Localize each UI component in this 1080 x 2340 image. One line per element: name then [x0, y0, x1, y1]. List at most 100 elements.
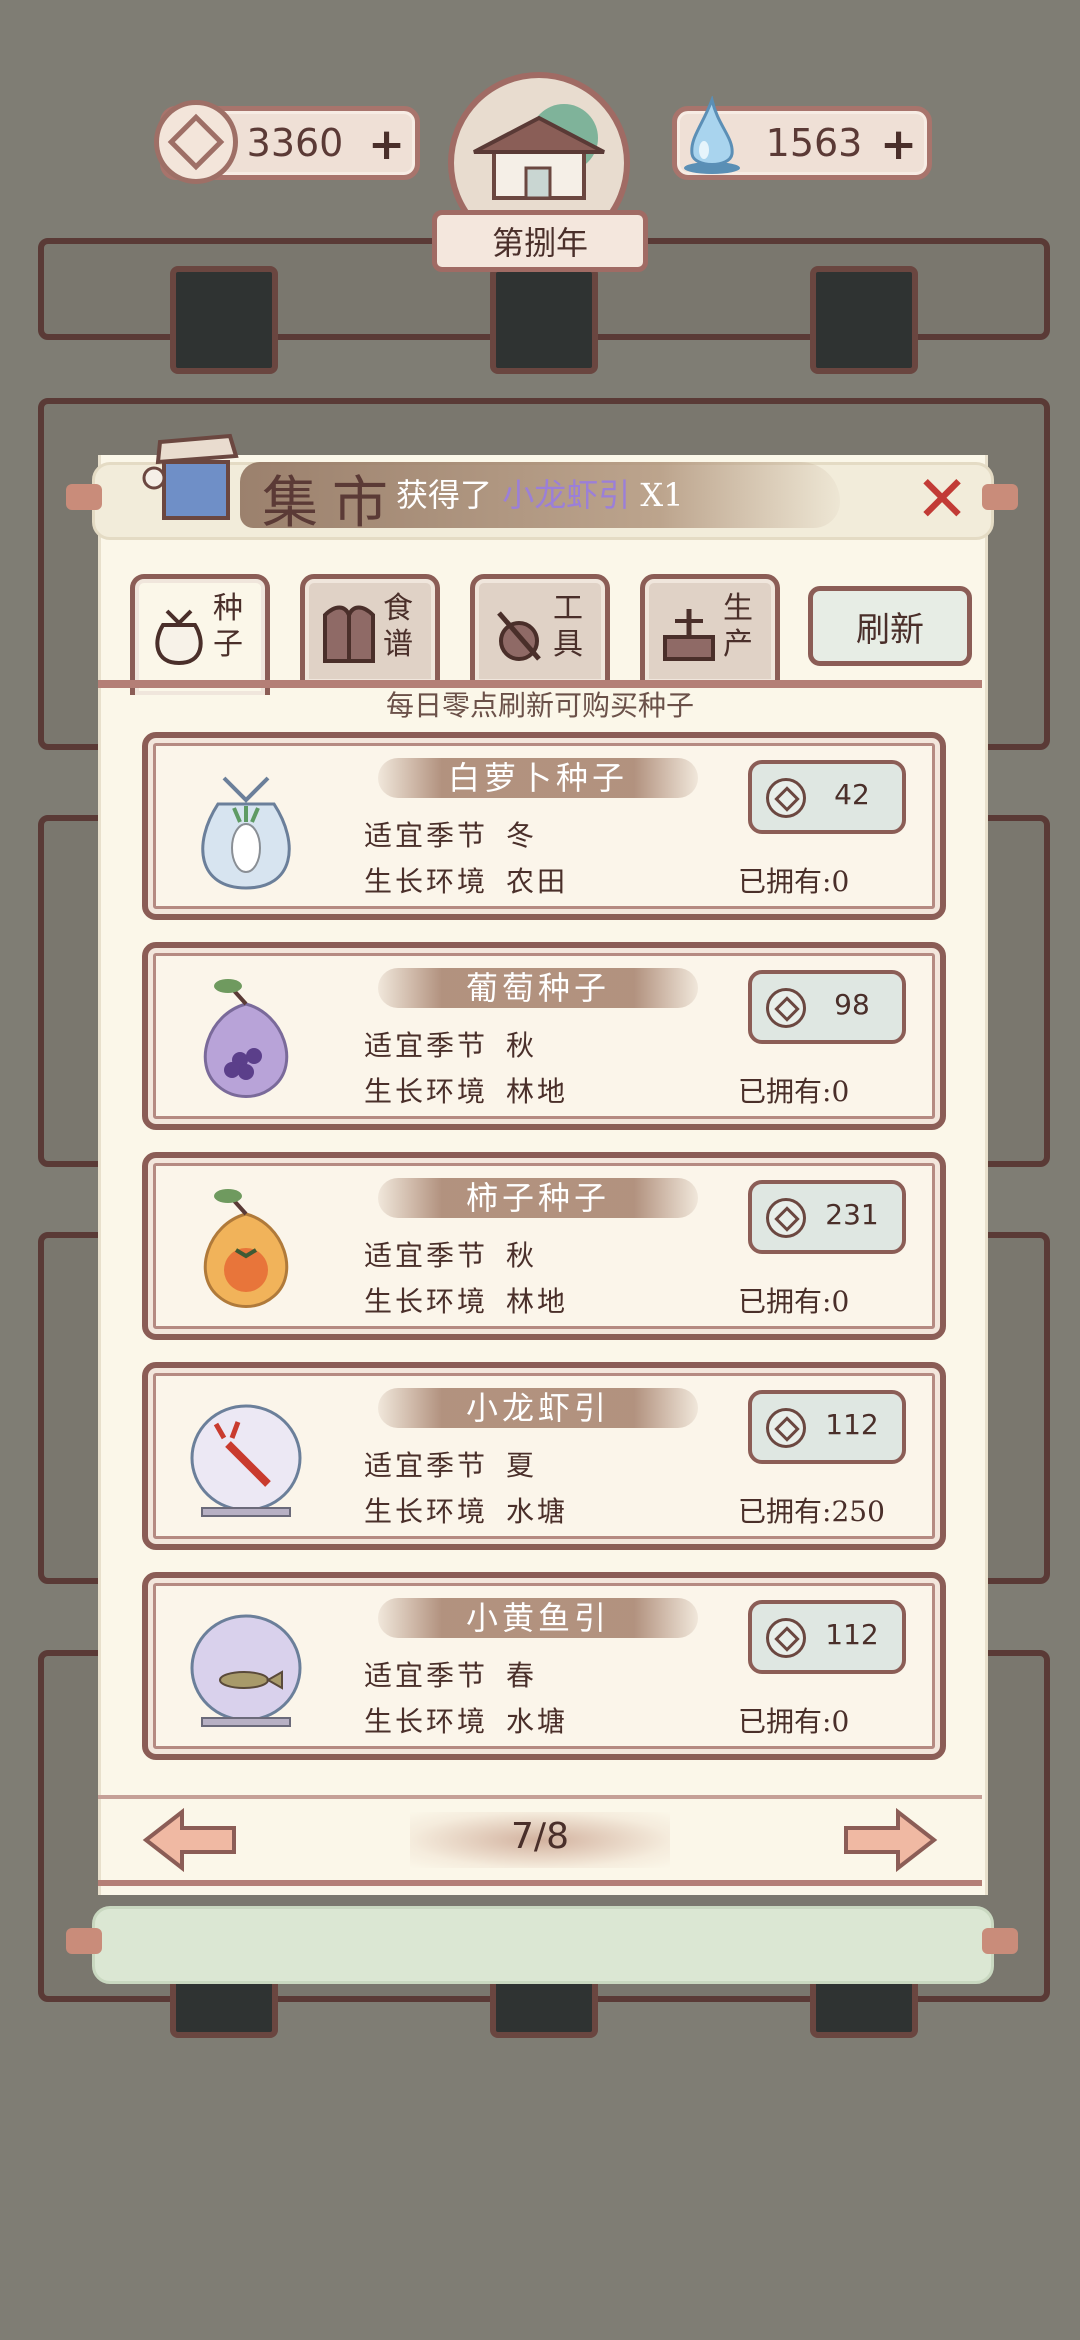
owned-label: 已拥有:: [738, 1075, 832, 1108]
pagination-divider: [98, 1795, 982, 1799]
recipe-book-icon: [323, 605, 375, 663]
coin-count: 3360: [246, 121, 344, 165]
seed-bag-icon: [155, 609, 203, 666]
owned-count: 已拥有:250: [738, 1490, 885, 1530]
buy-button[interactable]: 112: [748, 1600, 906, 1674]
list-item[interactable]: 葡萄种子 适宜季节秋 生长环境 林地 98 已拥有:0: [142, 942, 946, 1130]
item-name: 柿子种子: [465, 1179, 610, 1217]
owned-value: 0: [831, 1285, 850, 1318]
season-label: 适宜季节: [364, 1449, 489, 1482]
season-row: 适宜季节春: [364, 1654, 537, 1694]
tab-production[interactable]: 生产: [640, 574, 780, 688]
season-label: 适宜季节: [364, 1029, 489, 1062]
owned-value: 0: [831, 1705, 850, 1738]
coin-icon: [766, 1408, 806, 1448]
buy-button[interactable]: 98: [748, 970, 906, 1044]
owned-value: 250: [831, 1495, 885, 1528]
price-value: 231: [825, 1198, 879, 1231]
owned-count: 已拥有:0: [738, 860, 849, 900]
environment-label: 生长环境: [364, 1285, 489, 1318]
season-value: 冬: [506, 819, 538, 852]
season-value: 秋: [506, 1029, 538, 1062]
environment-value: 农田: [506, 865, 569, 898]
price-value: 112: [825, 1408, 879, 1441]
buy-button[interactable]: 231: [748, 1180, 906, 1254]
price-value: 98: [834, 988, 870, 1021]
owned-value: 0: [831, 1075, 850, 1108]
tab-recipes[interactable]: 食谱: [300, 574, 440, 688]
owned-count: 已拥有:0: [738, 1700, 849, 1740]
list-item[interactable]: 小黄鱼引 适宜季节春 生长环境 水塘 112 已拥有:0: [142, 1572, 946, 1760]
scroll-rod-right: [982, 1928, 1018, 1954]
season-value: 春: [506, 1659, 538, 1692]
coin-icon: [766, 778, 806, 818]
production-icon: [663, 609, 715, 661]
shelf-slot: [810, 266, 918, 374]
environment-row: 生长环境 水塘: [364, 1700, 568, 1740]
environment-label: 生长环境: [364, 1495, 489, 1528]
tools-icon: [497, 611, 541, 661]
refresh-button[interactable]: 刷新: [808, 586, 972, 666]
shelf-slot: [490, 266, 598, 374]
environment-row: 生长环境 农田: [364, 860, 568, 900]
scroll-rod-left: [66, 1928, 102, 1954]
season-value: 秋: [506, 1239, 538, 1272]
environment-label: 生长环境: [364, 1075, 489, 1108]
next-page-arrow-icon[interactable]: [842, 1808, 938, 1872]
environment-row: 生长环境 水塘: [364, 1490, 568, 1530]
owned-count: 已拥有:0: [738, 1070, 849, 1110]
obtained-item: 小龙虾引: [502, 476, 631, 514]
coin-icon: [766, 988, 806, 1028]
list-item[interactable]: 白萝卜种子 适宜季节冬 生长环境 农田 42 已拥有:0: [142, 732, 946, 920]
scroll-rod-right: [982, 484, 1018, 510]
season-row: 适宜季节冬: [364, 814, 537, 854]
environment-value: 林地: [506, 1075, 569, 1108]
prev-page-arrow-icon[interactable]: [142, 1808, 238, 1872]
environment-row: 生长环境 林地: [364, 1280, 568, 1320]
close-button[interactable]: ✕: [912, 468, 972, 532]
season-value: 夏: [506, 1449, 538, 1482]
item-name: 白萝卜种子: [447, 759, 628, 797]
grape-seed-bag-icon: [203, 979, 289, 1098]
environment-row: 生长环境 林地: [364, 1070, 568, 1110]
season-label: 适宜季节: [364, 1659, 489, 1692]
owned-label: 已拥有:: [738, 1705, 832, 1738]
crayfish-bowl-icon: [190, 1404, 302, 1517]
item-name: 小龙虾引: [465, 1389, 610, 1427]
coin-icon: [766, 1618, 806, 1658]
panel-bottom-border: [98, 1880, 982, 1886]
owned-count: 已拥有:0: [738, 1280, 849, 1320]
tab-recipes-label: 食谱: [383, 591, 413, 662]
season-row: 适宜季节夏: [364, 1444, 537, 1484]
price-value: 112: [825, 1618, 879, 1651]
persimmon-seed-bag-icon: [203, 1189, 289, 1308]
list-item[interactable]: 柿子种子 适宜季节秋 生长环境 林地 231 已拥有:0: [142, 1152, 946, 1340]
season-label: 适宜季节: [364, 1239, 489, 1272]
item-name: 小黄鱼引: [465, 1599, 610, 1637]
water-count: 1563: [765, 121, 863, 165]
obtained-prefix: 获得了: [396, 476, 493, 514]
add-coins-button[interactable]: +: [368, 119, 405, 170]
obtained-notice: 获得了 小龙虾引 X1: [396, 470, 684, 516]
add-water-button[interactable]: +: [880, 119, 917, 170]
market-stall-icon: [142, 433, 239, 520]
shelf-slot: [170, 266, 278, 374]
buy-button[interactable]: 112: [748, 1390, 906, 1464]
yellow-fish-bowl-icon: [190, 1614, 302, 1727]
tab-tools[interactable]: 工具: [470, 574, 610, 688]
environment-value: 林地: [506, 1285, 569, 1318]
coin-icon: [766, 1198, 806, 1238]
refresh-hint: 每日零点刷新可购买种子: [385, 689, 694, 722]
environment-label: 生长环境: [364, 865, 489, 898]
environment-value: 水塘: [506, 1705, 569, 1738]
item-name: 葡萄种子: [465, 969, 610, 1007]
buy-button[interactable]: 42: [748, 760, 906, 834]
list-item[interactable]: 小龙虾引 适宜季节夏 生长环境 水塘 112 已拥有:250: [142, 1362, 946, 1550]
year-label: 第捌年: [432, 210, 648, 272]
season-row: 适宜季节秋: [364, 1024, 537, 1064]
obtained-count: X1: [640, 476, 684, 514]
tab-seeds-label: 种子: [213, 591, 243, 662]
scroll-rod-left: [66, 484, 102, 510]
tab-seeds[interactable]: 种子: [130, 574, 270, 695]
scroll-footer: [92, 1906, 994, 1984]
